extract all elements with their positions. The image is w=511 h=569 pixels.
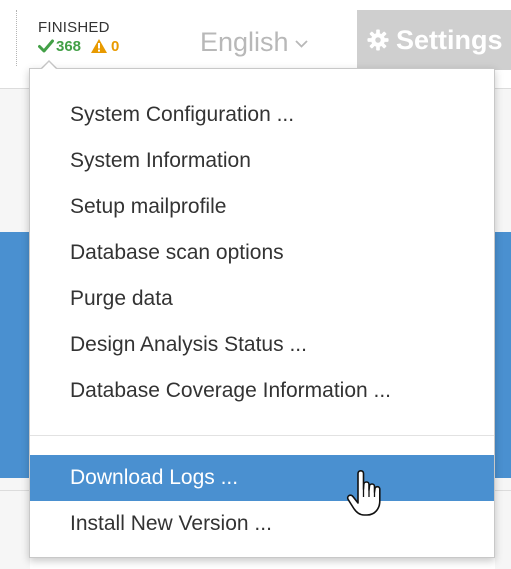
menu-separator [30,435,494,436]
warning-count: 0 [90,38,119,55]
settings-button[interactable]: Settings [357,10,511,70]
status-title: FINISHED [38,19,110,36]
menu-caret [41,62,57,70]
top-bar: FINISHED 368 0 English Settings [0,0,511,70]
status-counts: 368 0 [38,37,178,55]
menu-item-system-information[interactable]: System Information [30,138,494,184]
warning-triangle-icon [91,39,108,53]
menu-item-database-scan-options[interactable]: Database scan options [30,230,494,276]
menu-item-design-analysis-status[interactable]: Design Analysis Status ... [30,322,494,368]
settings-label: Settings [396,24,503,55]
background-panel [495,478,511,569]
warning-count-value: 0 [111,37,120,55]
ok-count-value: 368 [56,37,82,55]
screen: FINISHED 368 0 English Settings System C… [0,0,511,569]
menu-item-download-logs[interactable]: Download Logs ... [30,455,494,501]
menu-item-label: Database Coverage Information ... [70,379,392,402]
menu-item-purge-data[interactable]: Purge data [30,276,494,322]
chevron-down-icon [294,40,308,48]
scan-status[interactable]: FINISHED 368 0 [38,19,178,67]
menu-item-label: Install New Version ... [70,512,272,535]
background-selected-row [0,232,30,478]
menu-item-system-configuration[interactable]: System Configuration ... [30,92,494,138]
toolbar-divider [16,10,17,66]
check-icon [38,39,54,53]
menu-item-setup-mailprofile[interactable]: Setup mailprofile [30,184,494,230]
settings-menu: System Configuration ... System Informat… [29,68,495,558]
background-panel [0,88,30,232]
menu-item-label: System Configuration ... [70,103,295,126]
background-panel [495,88,511,232]
language-dropdown[interactable]: English [200,22,308,62]
hand-pointer-icon [346,470,381,516]
background-selected-row [495,232,511,478]
menu-item-install-new-version[interactable]: Install New Version ... [30,501,494,547]
background-panel [0,478,30,569]
language-label: English [200,26,289,57]
menu-item-label: Design Analysis Status ... [70,333,307,356]
menu-item-label: Database scan options [70,241,284,264]
menu-item-label: Purge data [70,287,173,310]
menu-item-label: Download Logs ... [70,466,239,489]
gear-icon [367,29,389,51]
menu-item-label: System Information [70,149,251,172]
ok-count: 368 [38,38,81,55]
menu-item-database-coverage-information[interactable]: Database Coverage Information ... [30,368,494,414]
menu-item-label: Setup mailprofile [70,195,227,218]
